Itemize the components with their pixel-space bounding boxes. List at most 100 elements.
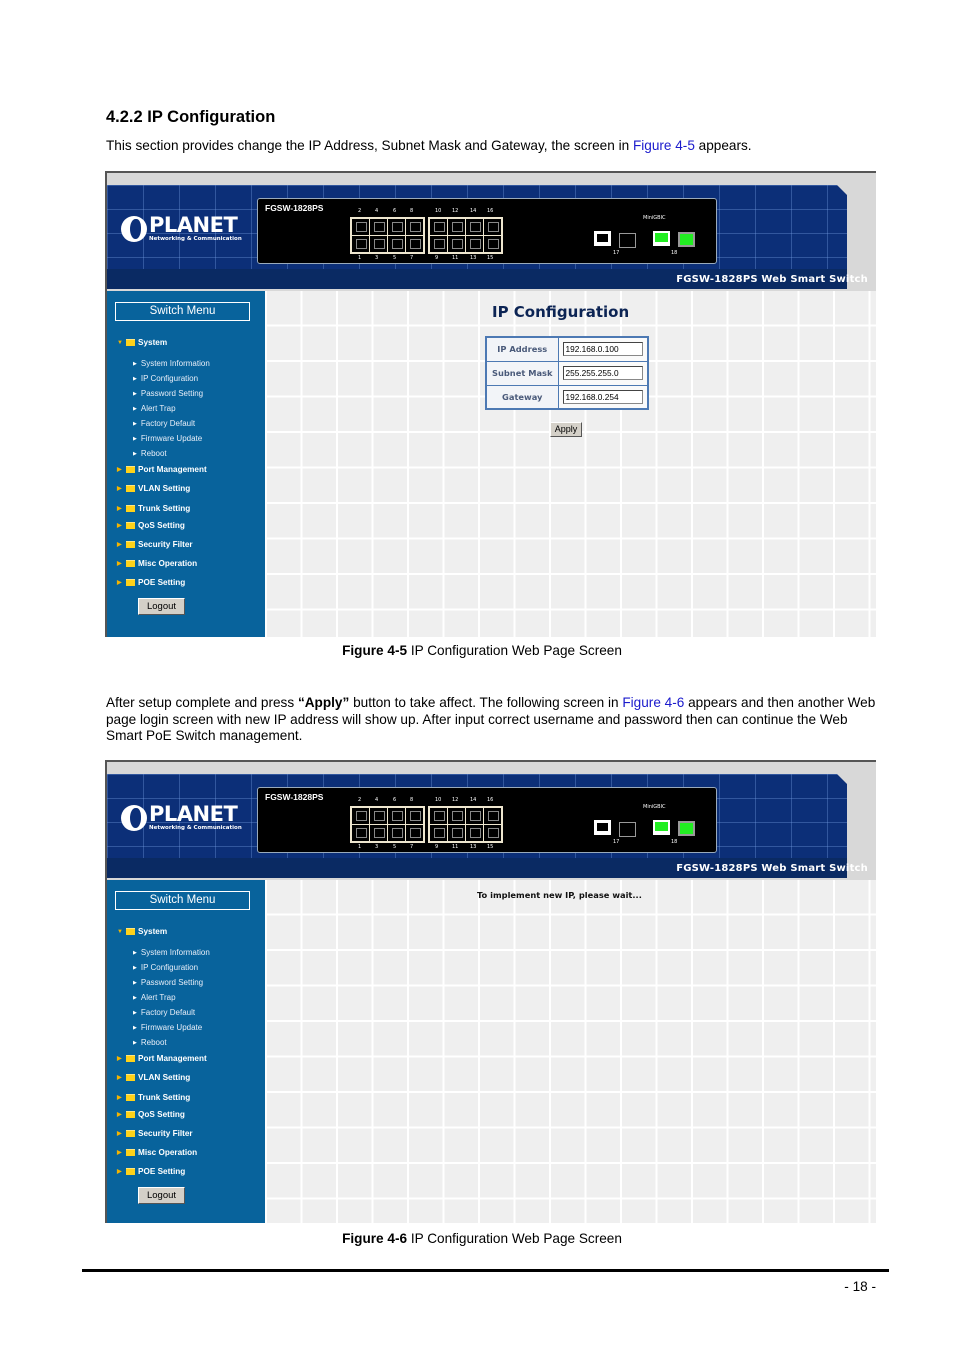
menu-reboot[interactable]: ▶ Reboot — [133, 1038, 167, 1047]
menu-alert-trap[interactable]: ▶ Alert Trap — [133, 993, 176, 1002]
menu-port-management[interactable]: ▶ Port Management — [117, 1054, 207, 1063]
port-17-sfp-icon — [619, 822, 636, 837]
model-label: FGSW-1828PS — [265, 792, 324, 802]
menu-poe-setting[interactable]: ▶ POE Setting — [117, 578, 185, 587]
bullet-icon: ▶ — [133, 405, 137, 412]
menu-password-setting[interactable]: ▶ Password Setting — [133, 389, 203, 398]
menu-system-information[interactable]: ▶ System Information — [133, 359, 210, 368]
menu-ip-configuration[interactable]: ▶ IP Configuration — [133, 963, 198, 972]
expanded-arrow-icon: ▼ — [117, 339, 123, 346]
content-area — [265, 880, 876, 1223]
port-icon — [448, 808, 465, 824]
port-18-label: 18 — [671, 250, 678, 256]
menu-alert-trap[interactable]: ▶ Alert Trap — [133, 404, 176, 413]
bullet-icon: ▶ — [133, 360, 137, 367]
subnet-mask-cell: 255.255.255.0 — [557, 360, 648, 386]
menu-system-information[interactable]: ▶ System Information — [133, 948, 210, 957]
logo-subtext: Networking & Communication — [149, 236, 242, 242]
port-icon — [352, 219, 369, 235]
figure-4-5-caption: Figure 4-5 IP Configuration Web Page Scr… — [0, 643, 954, 658]
menu-qos-setting[interactable]: ▶ QoS Setting — [117, 1110, 185, 1119]
subnet-mask-label: Subnet Mask — [485, 360, 559, 386]
planet-logo: PLANET Networking & Communication — [121, 215, 242, 242]
port-number: 6 — [393, 208, 397, 214]
folder-icon — [126, 339, 135, 346]
port-icon — [430, 808, 447, 824]
ip-address-input[interactable]: 192.168.0.100 — [562, 342, 643, 357]
port-icon — [466, 808, 483, 824]
collapsed-arrow-icon: ▶ — [117, 542, 122, 548]
menu-firmware-update[interactable]: ▶ Firmware Update — [133, 434, 202, 443]
menu-security-filter[interactable]: ▶ Security Filter — [117, 1129, 193, 1138]
figure-4-5-screenshot: FGSW-1828PS Web Smart Switch PLANET Netw… — [105, 171, 876, 637]
logo-text: PLANET — [149, 802, 238, 826]
menu-factory-default[interactable]: ▶ Factory Default — [133, 1008, 195, 1017]
subnet-mask-input[interactable]: 255.255.255.0 — [562, 366, 643, 380]
port-icon — [448, 825, 465, 841]
port-icon — [352, 236, 369, 252]
menu-misc-operation[interactable]: ▶ Misc Operation — [117, 1148, 197, 1157]
port-number: 14 — [470, 208, 477, 214]
port-number: 3 — [375, 844, 379, 850]
port-17-label: 17 — [613, 839, 620, 845]
port-icon — [466, 219, 483, 235]
port-icon — [370, 219, 387, 235]
menu-label: Alert Trap — [140, 404, 176, 413]
bullet-icon: ▶ — [133, 1039, 137, 1046]
figure-4-6-link[interactable]: Figure 4-6 — [622, 695, 684, 710]
ip-configuration-form: IP Address 192.168.0.100 Subnet Mask 255… — [485, 336, 649, 410]
menu-firmware-update[interactable]: ▶ Firmware Update — [133, 1023, 202, 1032]
logout-button[interactable]: Logout — [138, 1187, 185, 1204]
menu-label: POE Setting — [138, 578, 186, 587]
menu-label: System Information — [140, 948, 210, 957]
menu-label: VLAN Setting — [138, 484, 191, 493]
port-number: 1 — [358, 844, 362, 850]
menu-label: System — [138, 338, 168, 347]
menu-reboot[interactable]: ▶ Reboot — [133, 449, 167, 458]
port-icon — [484, 219, 501, 235]
menu-trunk-setting[interactable]: ▶ Trunk Setting — [117, 1093, 190, 1102]
menu-system[interactable]: ▼ System — [117, 927, 167, 936]
port-number: 5 — [393, 844, 397, 850]
apply-button[interactable]: Apply — [550, 422, 582, 437]
menu-security-filter[interactable]: ▶ Security Filter — [117, 540, 193, 549]
menu-misc-operation[interactable]: ▶ Misc Operation — [117, 559, 197, 568]
device-front-panel: FGSW-1828PS 2 4 6 8 10 12 14 16 1 3 5 7 … — [257, 198, 717, 264]
menu-poe-setting[interactable]: ▶ POE Setting — [117, 1167, 185, 1176]
gateway-input[interactable]: 192.168.0.254 — [562, 389, 643, 404]
apply-emphasis: “Apply” — [297, 695, 350, 710]
port-18-label: 18 — [671, 839, 678, 845]
menu-system[interactable]: ▼ System — [117, 338, 167, 347]
port-group-1-8 — [350, 806, 425, 843]
port-17-label: 17 — [613, 250, 620, 256]
form-row: Subnet Mask 255.255.255.0 — [485, 360, 648, 386]
port-group-9-16 — [428, 217, 503, 254]
menu-trunk-setting[interactable]: ▶ Trunk Setting — [117, 504, 190, 513]
menu-port-management[interactable]: ▶ Port Management — [117, 465, 207, 474]
menu-vlan-setting[interactable]: ▶ VLAN Setting — [117, 1073, 190, 1082]
ip-address-label: IP Address — [485, 336, 559, 362]
port-number: 4 — [375, 797, 379, 803]
port-icon — [448, 219, 465, 235]
menu-vlan-setting[interactable]: ▶ VLAN Setting — [117, 484, 190, 493]
port-17-sfp-icon — [619, 233, 636, 248]
menu-label: Password Setting — [140, 978, 204, 987]
logout-button[interactable]: Logout — [138, 598, 185, 615]
port-number: 13 — [470, 255, 477, 261]
menu-factory-default[interactable]: ▶ Factory Default — [133, 419, 195, 428]
menu-password-setting[interactable]: ▶ Password Setting — [133, 978, 203, 987]
bullet-icon: ▶ — [133, 375, 137, 382]
folder-icon — [126, 1130, 135, 1137]
after-apply-paragraph: After setup complete and press “Apply” b… — [106, 695, 876, 745]
menu-ip-configuration[interactable]: ▶ IP Configuration — [133, 374, 198, 383]
menu-label: QoS Setting — [138, 521, 185, 530]
port-icon — [466, 236, 483, 252]
intro-text-end: appears. — [694, 138, 752, 153]
menu-qos-setting[interactable]: ▶ QoS Setting — [117, 521, 185, 530]
port-17-rj45-icon — [594, 820, 611, 835]
port-icon — [352, 808, 369, 824]
figure-4-5-link[interactable]: Figure 4-5 — [633, 138, 695, 153]
port-number: 8 — [410, 208, 414, 214]
port-number: 1 — [358, 255, 362, 261]
bullet-icon: ▶ — [133, 1009, 137, 1016]
